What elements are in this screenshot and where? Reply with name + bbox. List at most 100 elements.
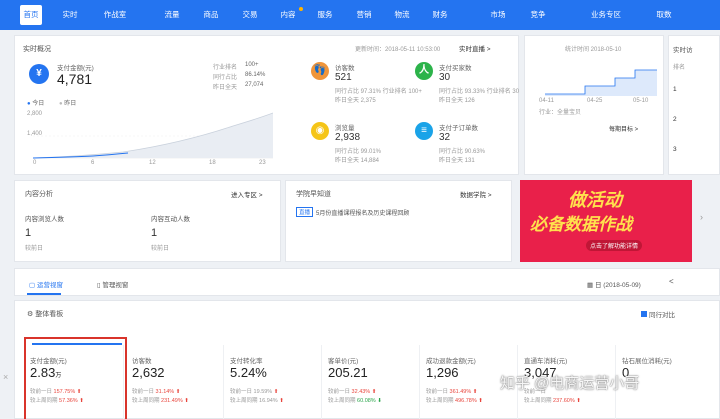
metric-buyers-line1: 同行占比 93.33% 行业排名 30	[439, 89, 520, 95]
nav-item-goods[interactable]: 商品	[199, 0, 223, 30]
kpi-card-visitors[interactable]: 访客数 2,632 较前一日 31.14% ⬆ 较上周同期 231.49% ⬆	[126, 345, 224, 419]
nav-item-trade[interactable]: 交易	[238, 0, 262, 30]
rank-header: 排名	[673, 65, 686, 71]
nav-item-home[interactable]: 首页	[20, 5, 42, 25]
banner-next-arrow-icon[interactable]: ›	[700, 212, 703, 222]
legend-today: ● 今日	[27, 101, 45, 107]
realtime-rank-title: 实时访	[673, 47, 693, 54]
legend-yesterday: ● 昨日	[59, 101, 77, 107]
kpi-week-change: 231.49%	[161, 398, 183, 404]
metric-buyers-value: 30	[439, 72, 451, 83]
content-analysis-panel: 内容分析 进入专区 > 内容浏览人数 1 较前日 内容互动人数 1 较前日	[14, 180, 281, 262]
metric-orders-line1: 同行占比 90.63%	[439, 149, 486, 155]
kpi-line-day: 较前一日 19.59% ⬆	[230, 389, 279, 395]
date-selector[interactable]: ▦ 日 (2018-05-09)	[587, 279, 641, 289]
nav-item-logistics[interactable]: 物流	[390, 0, 414, 30]
kpi-label: 访客数	[132, 358, 152, 365]
checkbox-icon	[641, 311, 647, 317]
kpi-label: 支付转化率	[230, 358, 263, 365]
content-enter-link[interactable]: 进入专区 >	[231, 189, 263, 199]
metric-visitors-value: 521	[335, 72, 352, 83]
metric-visitors-label: 访客数	[335, 65, 355, 72]
content-viewers-value: 1	[25, 227, 32, 239]
tab-manage-label: 管理视窗	[102, 282, 129, 289]
overview-title-text: 整体看板	[35, 311, 64, 318]
kpi-value: 1,296	[426, 365, 459, 380]
rank-value: 100+	[245, 62, 259, 68]
collapse-close-icon[interactable]: ×	[3, 372, 8, 382]
yesterday-value: 27,074	[245, 82, 264, 88]
rank-label: 行业排名	[213, 65, 238, 71]
nav-item-warroom[interactable]: 作战室	[98, 0, 132, 30]
kpi-week-change: 60.08%	[357, 398, 376, 404]
metric-visitors-line2: 昨日全天 2,375	[335, 98, 376, 104]
school-panel: 学院早知道 数据学院 > 直播 5月份直播课程报名及历史课程回顾	[285, 180, 512, 262]
metric-visitors-line1: 同行占比 97.31% 行业排名 100+	[335, 89, 422, 95]
kpi-day-label: 较前一日	[328, 389, 351, 395]
kpi-line-week: 较上周同期 16.94% ⬆	[230, 398, 284, 404]
content-interact-label: 内容互动人数	[151, 216, 190, 223]
date-selector-label: 日 (2018-05-09)	[594, 282, 641, 289]
nav-item-fetch-data[interactable]: 取数	[652, 0, 676, 30]
target-x-label-3: 05-10	[633, 98, 649, 104]
nav-item-business-zone[interactable]: 业务专区	[586, 0, 626, 30]
tab-ops[interactable]: ▢ 运营视窗	[29, 279, 63, 289]
peer-compare-label: 同行对比	[649, 312, 675, 319]
school-title: 学院早知道	[296, 191, 331, 198]
yesterday-label: 昨日全天	[213, 85, 238, 91]
target-footer: 行业：全量宝贝	[539, 110, 582, 116]
pay-amount-value: 4,781	[57, 71, 93, 87]
metric-buyers-label: 支付买家数	[439, 65, 472, 72]
kpi-week-label: 较上周同期	[132, 398, 160, 404]
tab-manage[interactable]: ▯ 管理视窗	[97, 279, 128, 289]
yuan-icon: ¥	[29, 64, 49, 84]
kpi-day-label: 较前一日	[426, 389, 449, 395]
eye-icon: ◉	[311, 122, 329, 140]
calendar-icon: ▦	[587, 282, 595, 289]
nav-item-service[interactable]: 服务	[313, 0, 337, 30]
x-tick-23: 23	[259, 160, 266, 166]
nav-item-marketing[interactable]: 营销	[352, 0, 376, 30]
banner-line1: 做活动	[568, 190, 622, 210]
overview-title: ⚙ 整体看板	[27, 309, 63, 319]
metric-buyers-line2: 昨日全天 126	[439, 98, 475, 104]
kpi-line-week: 较上周同期 231.49% ⬆	[132, 398, 189, 404]
kpi-line-week: 较上周同期 237.60% ⬆	[524, 398, 581, 404]
x-tick-0: 0	[33, 160, 37, 166]
school-article-link[interactable]: 5月份直播课程报名及历史课程回顾	[316, 208, 409, 217]
rank-1: 1	[673, 86, 677, 93]
nav-item-content[interactable]: 内容	[276, 0, 300, 30]
metric-pv-value: 2,938	[335, 132, 361, 143]
kpi-value: 5.24%	[230, 365, 267, 380]
watermark-text: 知乎 @电商运营小哥	[500, 375, 640, 392]
rank-2: 2	[673, 116, 677, 123]
kpi-line-week: 较上周同期 496.78% ⬆	[426, 398, 483, 404]
nav-item-competition[interactable]: 竞争	[526, 0, 550, 30]
buyer-icon: 人	[415, 62, 433, 80]
banner-button[interactable]: 点击了解功能详情	[586, 240, 643, 251]
kpi-card-avg-order[interactable]: 客单价(元) 205.21 较前一日 32.43% ⬆ 较上周同期 60.08%…	[322, 345, 420, 419]
pct-value: 86.14%	[245, 72, 266, 78]
promo-banner[interactable]: 做活动 必备数据作战 点击了解功能详情	[520, 180, 692, 262]
kpi-card-conversion[interactable]: 支付转化率 5.24% 较前一日 19.59% ⬆ 较上周同期 16.94% ⬆	[224, 345, 322, 419]
realtime-title: 实时概况	[23, 46, 51, 53]
prev-date-arrow[interactable]: <	[669, 277, 674, 286]
x-tick-18: 18	[209, 160, 216, 166]
school-link[interactable]: 数据学院 >	[460, 189, 492, 199]
legend-today-label: 今日	[32, 101, 45, 107]
kpi-week-change: 237.60%	[553, 398, 575, 404]
target-link[interactable]: 每期目标 >	[609, 124, 638, 133]
pct-label: 同行占比	[213, 75, 238, 81]
legend-yesterday-label: 昨日	[64, 101, 77, 107]
nav-item-traffic[interactable]: 流量	[160, 0, 184, 30]
peer-compare-toggle[interactable]: 同行对比	[641, 309, 675, 319]
kpi-day-change: 32.43%	[351, 389, 371, 395]
tab-ops-label: 运营视窗	[36, 282, 63, 289]
content-interact-value: 1	[151, 227, 158, 239]
nav-item-finance[interactable]: 财务	[428, 0, 452, 30]
kpi-week-label: 较上周同期	[230, 398, 258, 404]
nav-item-realtime[interactable]: 实时	[58, 0, 82, 30]
live-link[interactable]: 实时直播 >	[459, 43, 491, 53]
kpi-label: 直通车消耗(元)	[524, 358, 568, 365]
nav-item-market[interactable]: 市场	[486, 0, 510, 30]
